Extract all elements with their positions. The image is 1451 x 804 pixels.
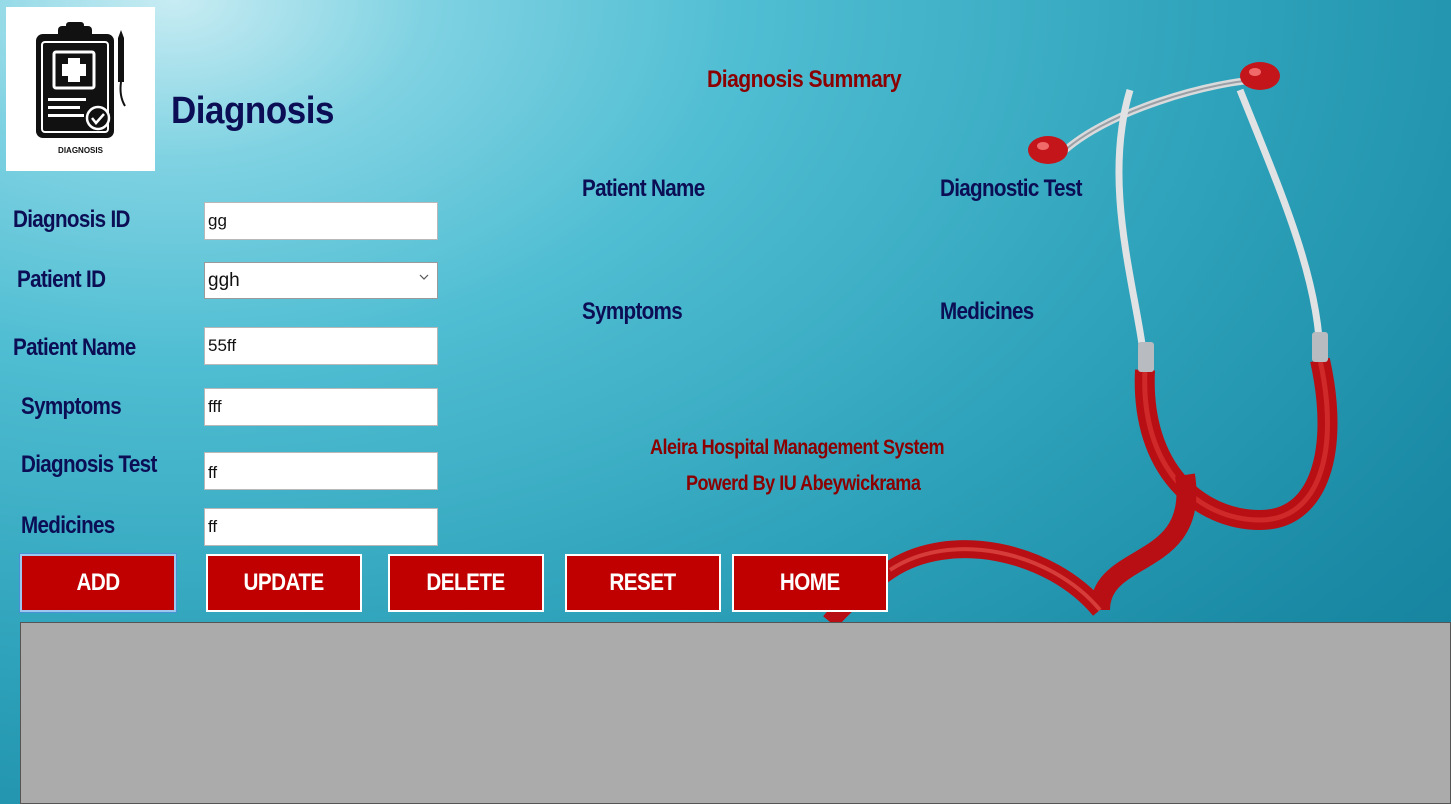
chevron-down-icon[interactable] [417, 270, 431, 284]
patient-id-select[interactable]: ggh [204, 262, 438, 299]
update-button-label: UPDATE [243, 569, 325, 596]
page-title: Diagnosis [171, 90, 334, 132]
diagnosis-test-label: Diagnosis Test [21, 451, 157, 478]
diagnosis-test-field[interactable]: ff [204, 452, 438, 490]
add-button-label: ADD [76, 569, 120, 596]
summary-diagnostic-test-label: Diagnostic Test [940, 175, 1083, 202]
reset-button[interactable]: RESET [565, 554, 721, 612]
powered-by: Powerd By IU Abeywickrama [686, 472, 921, 495]
patient-name-field[interactable]: 55ff [204, 327, 438, 365]
logo-caption: DIAGNOSIS [58, 146, 103, 155]
summary-title: Diagnosis Summary [707, 66, 902, 93]
clipboard-medical-icon [36, 22, 126, 138]
summary-medicines-label: Medicines [940, 298, 1034, 325]
summary-patient-name-label: Patient Name [582, 175, 705, 202]
add-button[interactable]: ADD [20, 554, 176, 612]
medicines-field[interactable]: ff [204, 508, 438, 546]
home-button-label: HOME [780, 569, 840, 596]
system-name: Aleira Hospital Management System [650, 436, 945, 459]
update-button[interactable]: UPDATE [206, 554, 362, 612]
patient-id-label: Patient ID [17, 266, 106, 293]
stethoscope-icon [823, 62, 1338, 622]
symptoms-field[interactable]: fff [204, 388, 438, 426]
diagnosis-data-grid[interactable] [20, 622, 1451, 804]
summary-symptoms-label: Symptoms [582, 298, 683, 325]
delete-button-label: DELETE [426, 569, 506, 596]
medicines-label: Medicines [21, 512, 115, 539]
reset-button-label: RESET [609, 569, 677, 596]
symptoms-label: Symptoms [21, 393, 122, 420]
patient-name-label: Patient Name [13, 334, 136, 361]
delete-button[interactable]: DELETE [388, 554, 544, 612]
diagnosis-id-label: Diagnosis ID [13, 206, 130, 233]
patient-id-selected-value: ggh [208, 270, 240, 291]
diagnosis-id-field[interactable]: gg [204, 202, 438, 240]
home-button[interactable]: HOME [732, 554, 888, 612]
diagnosis-logo: DIAGNOSIS [6, 7, 155, 171]
